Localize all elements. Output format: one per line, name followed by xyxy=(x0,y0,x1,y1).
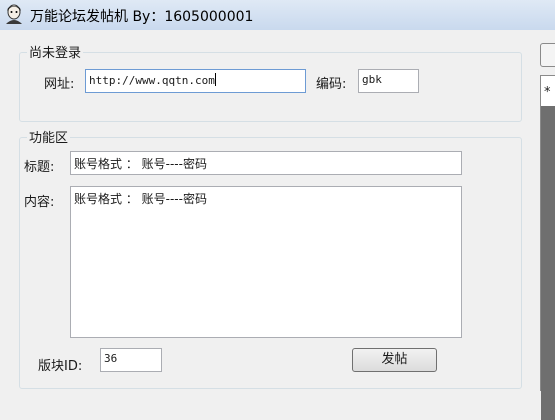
post-button-label: 发帖 xyxy=(381,352,408,367)
right-panel-marker: * xyxy=(544,85,551,100)
encoding-input[interactable]: gbk xyxy=(358,69,419,93)
right-list-panel[interactable]: * xyxy=(540,75,555,420)
content-label: 内容: xyxy=(24,195,55,210)
right-panel-scroll-area xyxy=(541,106,555,420)
content-textarea[interactable]: 账号格式 ： 账号----密码 xyxy=(70,186,462,338)
post-button[interactable]: 发帖 xyxy=(352,348,437,372)
login-status-label: 尚未登录 xyxy=(27,42,84,61)
title-bar[interactable]: 万能论坛发帖机 By：1605000001 xyxy=(0,0,555,30)
window-client-area: 尚未登录 网址: http://www.qqtn.com 编码: gbk 功能区… xyxy=(0,30,555,391)
url-input[interactable]: http://www.qqtn.com xyxy=(85,69,306,93)
content-textarea-value: 账号格式 ： 账号----密码 xyxy=(74,192,207,206)
title-input-value: 账号格式 ： 账号----密码 xyxy=(74,157,207,171)
window-title: 万能论坛发帖机 By：1605000001 xyxy=(30,9,254,25)
title-input[interactable]: 账号格式 ： 账号----密码 xyxy=(70,151,462,175)
user-avatar-icon xyxy=(6,4,22,24)
board-id-input-value: 36 xyxy=(104,352,118,365)
url-label: 网址: xyxy=(44,77,75,92)
right-panel-button[interactable] xyxy=(540,43,555,67)
board-id-input[interactable]: 36 xyxy=(100,348,162,372)
encoding-input-value: gbk xyxy=(362,73,382,86)
encoding-label: 编码: xyxy=(316,77,347,92)
function-area-label: 功能区 xyxy=(27,127,71,146)
board-id-label: 版块ID: xyxy=(38,359,83,374)
title-label: 标题: xyxy=(24,160,55,175)
url-input-value: http://www.qqtn.com xyxy=(89,74,215,87)
text-caret xyxy=(214,73,216,86)
